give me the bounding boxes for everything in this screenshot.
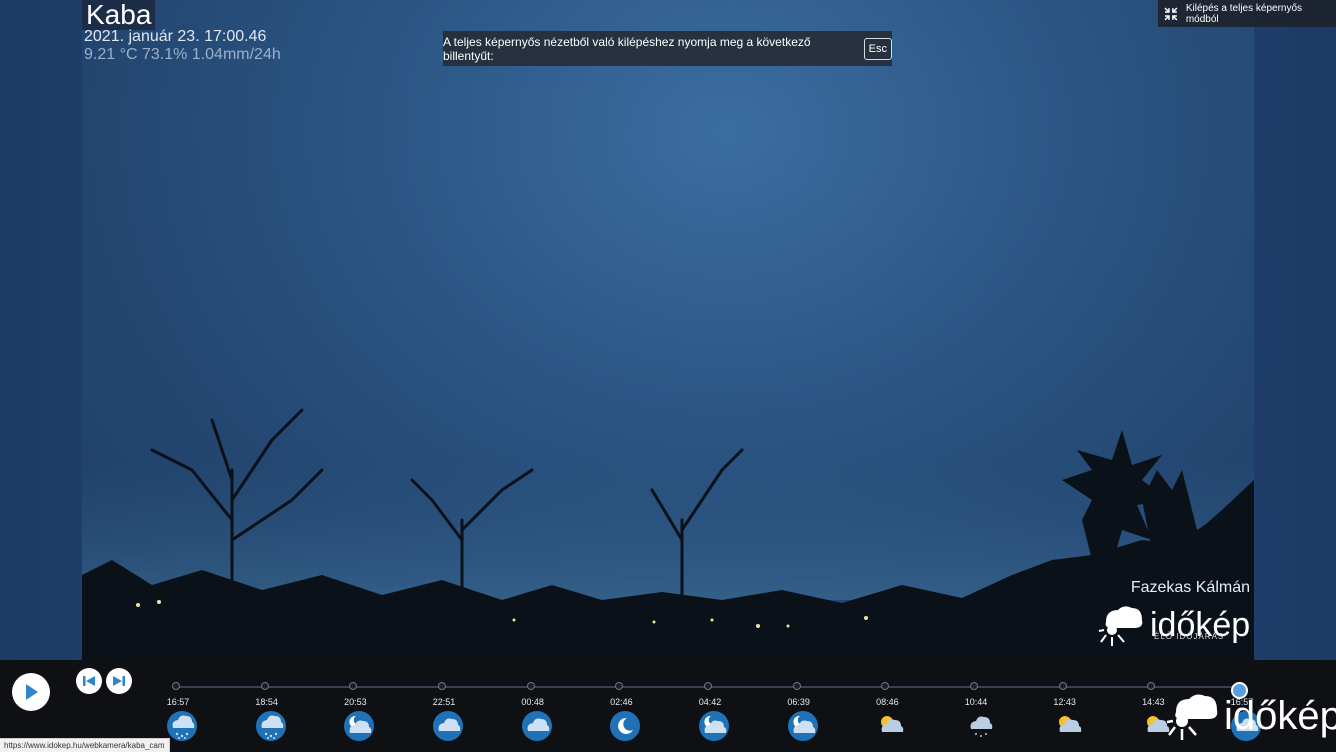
timeline-bar: 16:57 18:54 20:53 22:51 00:48 02:46 04:42 06:39…	[0, 660, 1336, 752]
sun-cloud-icon[interactable]	[1053, 710, 1085, 742]
timeline-time-label[interactable]: 08:46	[867, 697, 907, 707]
skip-forward-button[interactable]	[106, 668, 132, 694]
timeline-tick[interactable]	[349, 682, 358, 690]
camera-title: Kaba	[82, 0, 156, 30]
timeline-time-label[interactable]: 04:42	[690, 697, 730, 707]
timeline-tick[interactable]	[260, 682, 269, 690]
skip-back-button[interactable]	[76, 668, 102, 694]
timeline-tick[interactable]	[172, 682, 180, 690]
timeline-tick[interactable]	[526, 682, 535, 690]
camera-measurements: 9.21 °C 73.1% 1.04mm/24h	[84, 46, 281, 63]
timeline-time-label[interactable]: 18:54	[247, 697, 287, 707]
exit-fullscreen-button[interactable]: Kilépés a teljes képernyős módból	[1158, 0, 1336, 27]
night-partly-cloudy-icon[interactable]	[343, 710, 375, 742]
idokep-subtext: ÉLŐ IDŐJÁRÁS	[1154, 632, 1225, 641]
camera-datetime: 2021. január 23. 17:00.46	[84, 28, 267, 45]
exit-fullscreen-icon	[1164, 7, 1178, 20]
sun-cloud-icon[interactable]	[875, 710, 907, 742]
skip-forward-icon	[113, 676, 125, 686]
play-button[interactable]	[12, 673, 50, 711]
timeline-tick[interactable]	[1058, 682, 1067, 690]
idokep-logo-icon	[1166, 694, 1218, 740]
idokep-wordmark: időkép	[1224, 694, 1336, 738]
timeline-time-label[interactable]: 20:53	[335, 697, 375, 707]
cloud-icon[interactable]	[521, 710, 553, 742]
timeline-time-label[interactable]: 22:51	[424, 697, 464, 707]
webcam-image: Kaba 2021. január 23. 17:00.46 9.21 °C 7…	[82, 0, 1254, 660]
timeline-time-label[interactable]: 00:48	[513, 697, 553, 707]
fullscreen-exit-notice: A teljes képernyős nézetből való kilépés…	[443, 31, 892, 66]
rain-cloud-icon[interactable]	[255, 710, 287, 742]
timeline-time-label[interactable]: 02:46	[601, 697, 641, 707]
night-partly-cloudy-icon[interactable]	[698, 710, 730, 742]
moon-icon[interactable]	[609, 710, 641, 742]
webcam-scene	[82, 408, 1254, 660]
night-partly-cloudy-icon[interactable]	[787, 710, 819, 742]
timeline-tick[interactable]	[1147, 682, 1156, 690]
idokep-watermark: időkép ÉLŐ IDŐJÁRÁS	[1098, 602, 1250, 648]
timeline-tick[interactable]	[970, 682, 978, 690]
play-icon	[26, 684, 38, 700]
timeline-time-label[interactable]: 06:39	[779, 697, 819, 707]
timeline-time-label[interactable]: 10:44	[956, 697, 996, 707]
idokep-logo-icon	[1098, 606, 1143, 646]
esc-key-hint: Esc	[863, 37, 892, 60]
timeline-time-label[interactable]: 12:43	[1045, 697, 1085, 707]
timeline-tick[interactable]	[792, 682, 801, 690]
timeline-tick[interactable]	[438, 682, 446, 690]
fullscreen-viewer: Kaba 2021. január 23. 17:00.46 9.21 °C 7…	[0, 0, 1336, 752]
skip-back-icon	[83, 676, 95, 686]
cloud-icon[interactable]	[432, 710, 464, 742]
timeline-tick[interactable]	[704, 682, 712, 690]
timeline-tick[interactable]	[881, 682, 890, 690]
idokep-timeline-logo: időkép	[1166, 690, 1336, 742]
status-bar-url: https://www.idokep.hu/webkamera/kaba_cam	[0, 738, 170, 752]
exit-fullscreen-label: Kilépés a teljes képernyős módból	[1185, 2, 1303, 25]
drizzle-cloud-icon[interactable]	[964, 710, 996, 742]
rain-cloud-icon[interactable]	[166, 710, 198, 742]
camera-author: Fazekas Kálmán	[1130, 579, 1250, 596]
timeline-time-label[interactable]: 16:57	[158, 697, 198, 707]
timeline-tick[interactable]	[615, 682, 624, 690]
fullscreen-notice-text: A teljes képernyős nézetből való kilépés…	[443, 34, 811, 63]
